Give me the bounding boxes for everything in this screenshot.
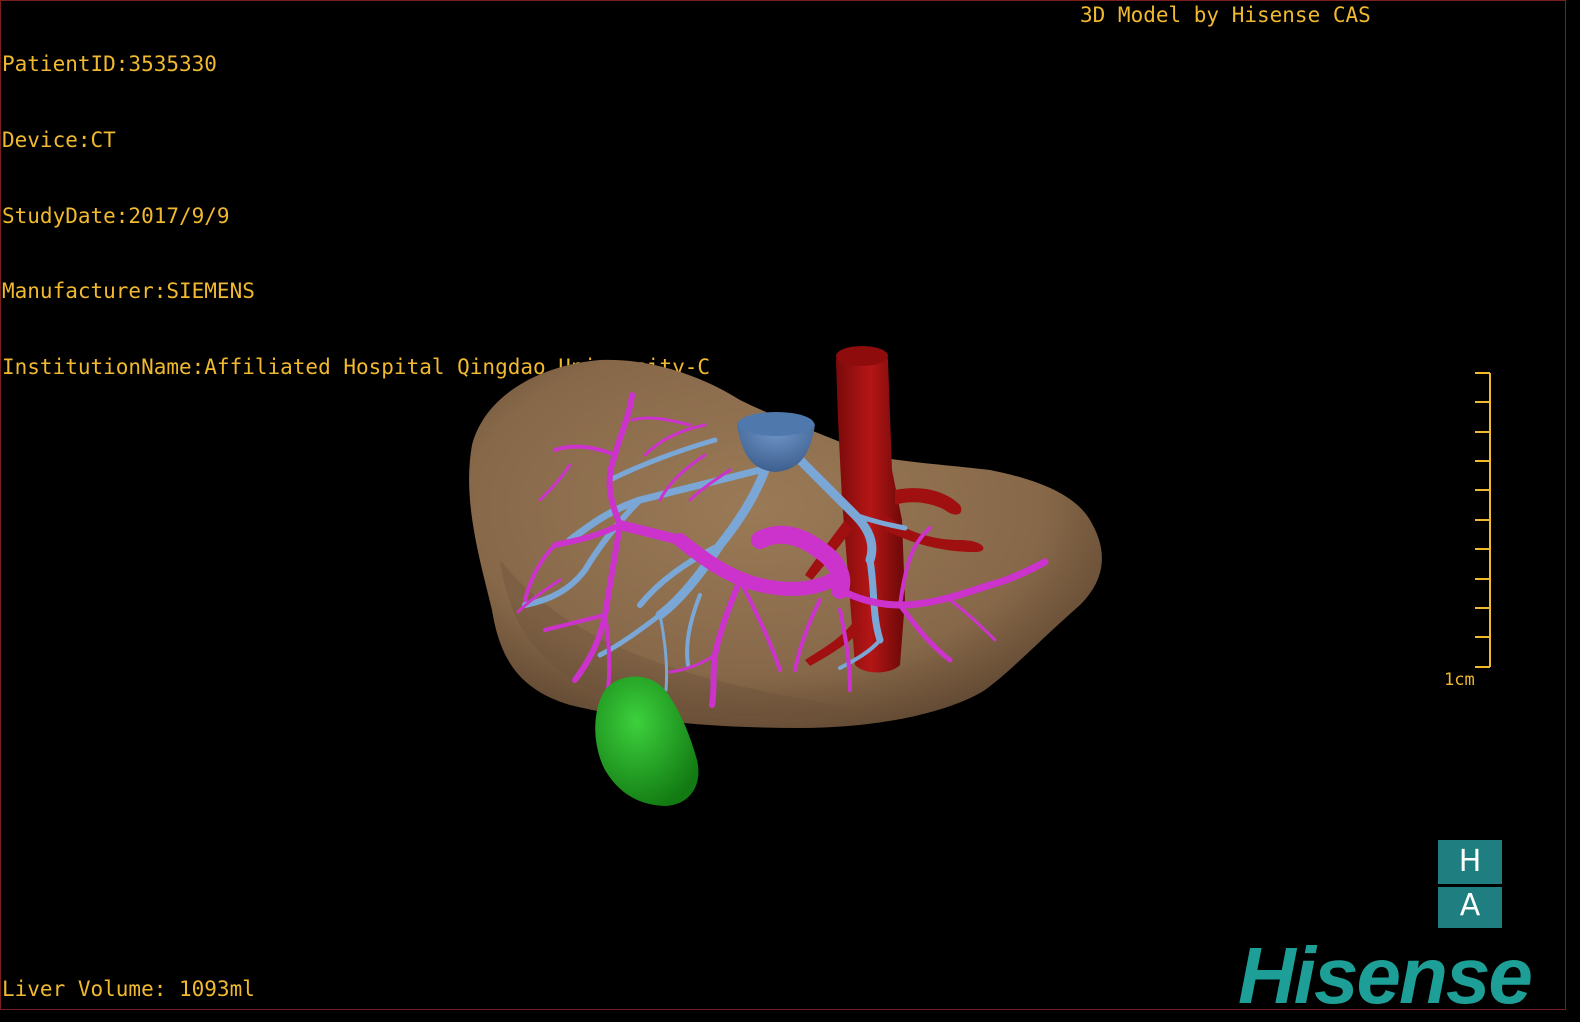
ha-logo-top-letter: H — [1458, 844, 1482, 879]
ha-logo-divider — [1438, 884, 1502, 887]
liver-volume-text: Liver Volume: 1093ml — [2, 977, 255, 1001]
hisense-logo: Hisense — [1238, 931, 1533, 1020]
scale-bar — [1475, 372, 1491, 668]
ha-logo-badge: H A — [1438, 840, 1502, 928]
scale-bar-label: 1cm — [1444, 670, 1475, 690]
ha-logo-bottom-letter: A — [1459, 888, 1481, 923]
